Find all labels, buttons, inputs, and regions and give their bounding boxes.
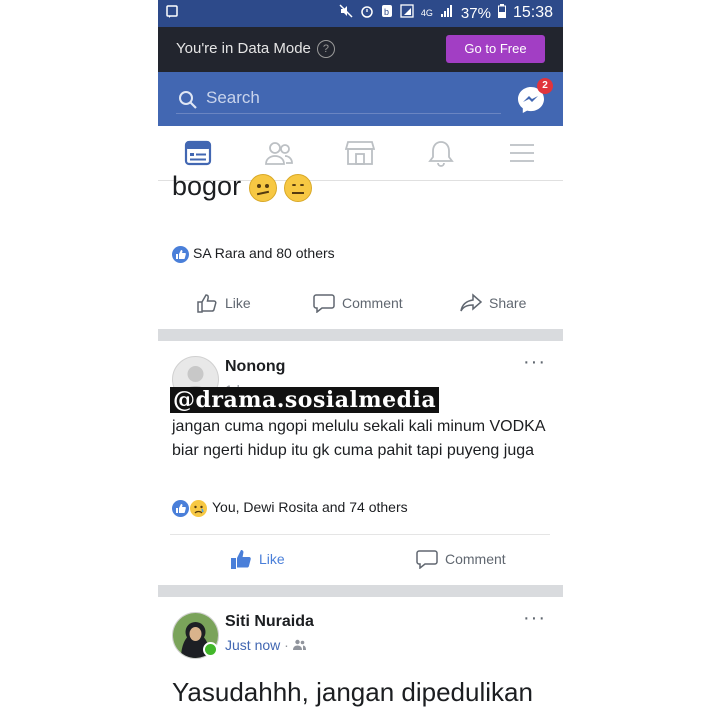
comment-button[interactable]: Comment [416, 549, 506, 569]
comment-button[interactable]: Comment [313, 293, 403, 313]
menu-icon [510, 144, 534, 162]
share-button[interactable]: Share [460, 293, 526, 313]
svg-text:b: b [384, 7, 389, 17]
battery-icon [497, 4, 506, 22]
reactions-summary[interactable]: SA Rara and 80 others [172, 245, 335, 263]
post-separator [158, 329, 563, 341]
more-options-icon[interactable]: ··· [523, 351, 546, 374]
comment-icon [313, 294, 335, 313]
messenger-button[interactable]: 2 [515, 78, 553, 116]
watermark-text: @drama.sosialmedia [170, 387, 440, 413]
unamused-emoji-icon [284, 173, 313, 202]
post-author[interactable]: Nonong [225, 358, 285, 376]
liked-icon [231, 550, 251, 569]
go-to-free-button[interactable]: Go to Free [446, 35, 545, 63]
divider [170, 534, 550, 535]
like-reaction-icon [172, 245, 189, 263]
post-actions: Like Comment [158, 539, 563, 579]
clock: 15:38 [512, 4, 553, 21]
like-icon [197, 294, 217, 313]
like-button[interactable]: Like [196, 293, 251, 313]
post-text: jangan cuma ngopi melulu sekali kali min… [172, 418, 545, 459]
data-mode-message: You're in Data Mode [176, 40, 311, 57]
signal-box-icon [400, 4, 414, 22]
bell-icon [428, 141, 454, 167]
news-feed-icon [184, 140, 212, 166]
post-separator [158, 585, 563, 597]
network-type: 4G [420, 8, 433, 18]
friends-audience-icon [292, 639, 306, 650]
comment-icon [416, 550, 438, 569]
battery-percent: 37% [460, 4, 491, 22]
data-mode-banner: You're in Data Mode? Go to Free [158, 27, 563, 72]
tab-friends[interactable] [264, 139, 294, 167]
share-icon [460, 293, 482, 312]
like-button[interactable]: Like [230, 549, 285, 569]
post-text: Yasudahhh, jangan dipedulikan [172, 677, 533, 707]
tab-news-feed[interactable] [184, 139, 214, 167]
post-text-fragment: bogor [172, 171, 313, 202]
messenger-badge: 2 [537, 78, 553, 94]
tab-notifications[interactable] [427, 139, 457, 167]
post-author[interactable]: Siti Nuraida [225, 613, 314, 631]
search-icon [178, 90, 198, 115]
post-time[interactable]: Just now · [225, 637, 306, 653]
signal-icon [440, 4, 454, 22]
search-placeholder: Search [206, 88, 260, 107]
reactions-summary[interactable]: You, Dewi Rosita and 74 others [172, 499, 408, 517]
mute-icon [339, 4, 353, 22]
top-search-bar: Search 2 [158, 72, 563, 126]
online-status-dot [203, 642, 218, 657]
confused-emoji-icon [248, 173, 277, 202]
more-options-icon[interactable]: ··· [523, 607, 546, 630]
sad-reaction-icon [190, 499, 207, 517]
like-reaction-icon [172, 499, 189, 517]
marketplace-icon [344, 141, 376, 165]
alarm-icon [360, 4, 374, 22]
phone-screen: b 4G 37% 15:38 You're in Data Mode? Go t… [158, 0, 563, 720]
friends-icon [265, 142, 293, 165]
help-icon[interactable]: ? [316, 40, 335, 59]
status-bar: b 4G 37% 15:38 [158, 0, 563, 27]
tab-menu[interactable] [508, 139, 538, 167]
post-actions: Like Comment Share [158, 283, 563, 323]
notification-icon [166, 5, 178, 22]
search-input[interactable]: Search [176, 86, 501, 114]
tab-marketplace[interactable] [344, 139, 376, 167]
data-saver-icon: b [381, 4, 393, 22]
